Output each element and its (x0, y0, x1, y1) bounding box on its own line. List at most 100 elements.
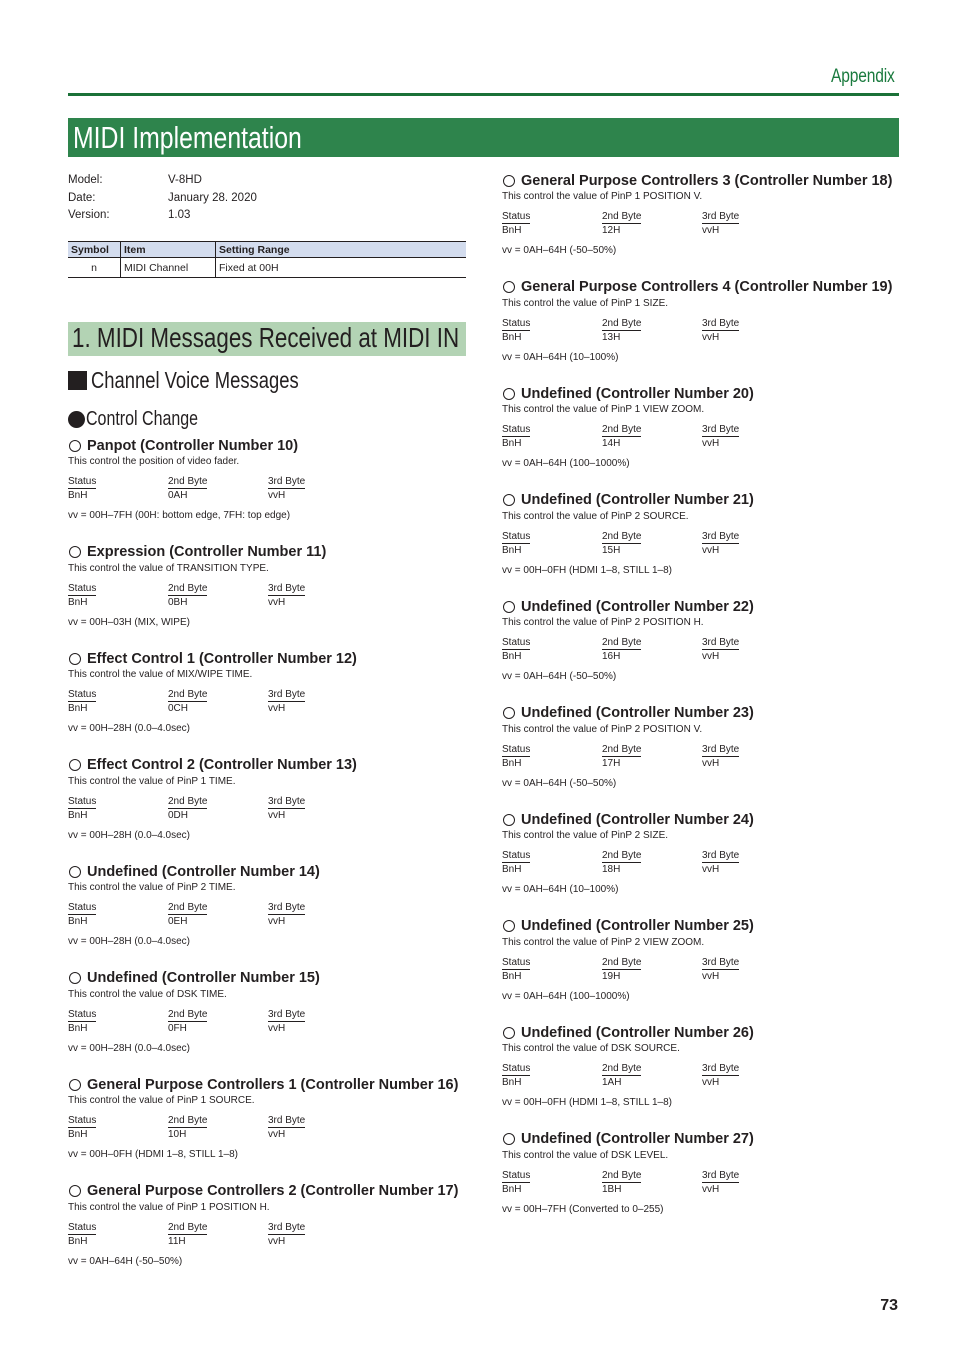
status-value: BnH (502, 1077, 522, 1088)
controller-description: This control the value of PinP 1 POSITIO… (68, 1201, 270, 1213)
second-byte-column: 2nd Byte 12H (602, 210, 702, 238)
third-byte-column: 3rd Byte vvH (702, 956, 802, 984)
value-range: vv = 00H–28H (0.0–4.0sec) (68, 1042, 191, 1054)
meta-row-version: Version: 1.03 (68, 207, 257, 225)
byte-table: Status BnH 2nd Byte 0DH 3rd Byte vvH (68, 795, 468, 823)
controller-description: This control the value of PinP 2 SIZE. (502, 830, 669, 841)
status-byte-column: Status BnH (502, 210, 602, 238)
controller-description: This control the value of PinP 2 POSITIO… (502, 617, 704, 628)
status-byte-column: Status BnH (68, 475, 168, 503)
status-byte-column: Status BnH (502, 956, 602, 984)
controller-description: This control the value of PinP 1 SOURCE. (68, 1095, 255, 1106)
status-value: BnH (502, 331, 522, 343)
second-byte-header: 2nd Byte (602, 530, 642, 544)
meta-row-date: Date: January 28. 2020 (68, 190, 257, 208)
third-byte-header: 3rd Byte (268, 902, 306, 915)
status-byte-column: Status BnH (68, 1008, 168, 1036)
subheading: Channel Voice Messages (68, 367, 351, 394)
value-range: vv = 00H–0FH (HDMI 1–8, STILL 1–8) (68, 1149, 238, 1160)
controller-entry: Undefined (Controller Number 26) This co… (502, 1023, 902, 1130)
controller-description: This control the position of video fader… (68, 456, 240, 467)
third-byte-column: 3rd Byte vvH (268, 582, 368, 610)
third-byte-column: 3rd Byte vvH (268, 901, 368, 929)
second-byte-header: 2nd Byte (168, 902, 208, 915)
value-range: vv = 0AH–64H (10–100%) (502, 884, 619, 895)
value-range: vv = 00H–03H (MIX, WIPE) (68, 616, 190, 628)
status-byte-column: Status BnH (502, 849, 602, 877)
byte-table: Status BnH 2nd Byte 0AH 3rd Byte vvH (68, 475, 468, 503)
meta-row-model: Model: V-8HD (68, 172, 257, 190)
third-byte-header: 3rd Byte (702, 211, 740, 224)
third-byte-value: vvH (268, 916, 286, 927)
right-column: General Purpose Controllers 3 (Controlle… (502, 171, 902, 1236)
byte-table: Status BnH 2nd Byte 0EH 3rd Byte vvH (68, 901, 468, 929)
column-header: Item (120, 241, 216, 258)
section-heading: 1. MIDI Messages Received at MIDI IN (72, 322, 460, 353)
third-byte-header: 3rd Byte (268, 1115, 306, 1128)
second-byte-value: 0FH (168, 1022, 187, 1034)
table-cell: Fixed at 00H (215, 257, 466, 278)
open-circle-bullet-icon (503, 920, 515, 932)
open-circle-bullet-icon (503, 1026, 515, 1039)
controller-entry: Panpot (Controller Number 10) This contr… (68, 436, 468, 543)
second-byte-value: 14H (602, 438, 621, 449)
column-header: Symbol (68, 241, 121, 258)
third-byte-column: 3rd Byte vvH (268, 1114, 368, 1142)
controller-heading: Undefined (Controller Number 20) (502, 384, 902, 403)
second-byte-header: 2nd Byte (168, 476, 208, 489)
second-byte-header: 2nd Byte (168, 689, 208, 702)
status-header: Status (502, 424, 531, 437)
byte-table: Status BnH 2nd Byte 10H 3rd Byte vvH (68, 1114, 468, 1142)
controller-title: General Purpose Controllers 3 (Controlle… (521, 172, 893, 189)
second-byte-value: 0AH (168, 490, 188, 501)
third-byte-value: vvH (268, 1129, 286, 1140)
byte-table: Status BnH 2nd Byte 19H 3rd Byte vvH (502, 956, 902, 984)
table-row: n MIDI Channel Fixed at 00H (68, 257, 466, 278)
status-byte-column: Status BnH (502, 1062, 602, 1090)
controller-heading: Effect Control 1 (Controller Number 12) (68, 649, 468, 668)
status-header: Status (68, 1115, 97, 1128)
second-byte-header: 2nd Byte (168, 1221, 208, 1235)
controller-entry: General Purpose Controllers 2 (Controlle… (68, 1182, 468, 1289)
third-byte-value: vvH (702, 970, 720, 982)
open-circle-bullet-icon (503, 174, 515, 187)
third-byte-value: vvH (268, 596, 286, 608)
open-circle-bullet-icon (69, 1185, 81, 1197)
second-byte-column: 2nd Byte 0CH (168, 688, 268, 716)
meta-value: 1.03 (168, 209, 191, 221)
third-byte-value: vvH (702, 331, 720, 343)
status-value: BnH (502, 544, 522, 556)
controller-heading: Undefined (Controller Number 21) (502, 491, 902, 510)
second-byte-value: 0DH (168, 809, 189, 821)
third-byte-column: 3rd Byte vvH (268, 1221, 368, 1249)
status-byte-column: Status BnH (502, 317, 602, 345)
second-byte-column: 2nd Byte 1AH (602, 1062, 702, 1090)
controller-description: This control the value of PinP 2 SOURCE. (502, 510, 689, 522)
meta-key: Date: (68, 191, 96, 204)
controller-entry: Expression (Controller Number 11) This c… (68, 543, 468, 650)
byte-table: Status BnH 2nd Byte 12H 3rd Byte vvH (502, 210, 902, 238)
controller-heading: Undefined (Controller Number 24) (502, 810, 902, 829)
status-byte-column: Status BnH (502, 530, 602, 558)
second-byte-value: 16H (602, 651, 621, 662)
status-header: Status (68, 1008, 97, 1022)
status-header: Status (502, 1063, 531, 1076)
status-value: BnH (502, 970, 522, 982)
status-byte-column: Status BnH (68, 795, 168, 823)
controller-heading: General Purpose Controllers 1 (Controlle… (68, 1075, 468, 1094)
controller-entry: General Purpose Controllers 1 (Controlle… (68, 1075, 468, 1182)
second-byte-value: 1AH (602, 1077, 622, 1088)
second-byte-header: 2nd Byte (602, 1063, 642, 1076)
controller-description: This control the value of PinP 1 TIME. (68, 775, 236, 787)
controller-entry: General Purpose Controllers 4 (Controlle… (502, 278, 902, 385)
controller-description: This control the value of PinP 2 POSITIO… (502, 723, 703, 735)
open-circle-bullet-icon (503, 494, 515, 506)
controller-description: This control the value of PinP 1 SIZE. (502, 297, 669, 309)
controller-description: This control the value of PinP 1 VIEW ZO… (502, 404, 705, 415)
value-range: vv = 00H–28H (0.0–4.0sec) (68, 829, 191, 841)
byte-table: Status BnH 2nd Byte 0BH 3rd Byte vvH (68, 582, 468, 610)
controller-description: This control the value of PinP 1 POSITIO… (502, 191, 703, 202)
meta-value: January 28. 2020 (168, 191, 257, 204)
status-header: Status (502, 317, 531, 331)
controller-title: Panpot (Controller Number 10) (87, 437, 299, 454)
